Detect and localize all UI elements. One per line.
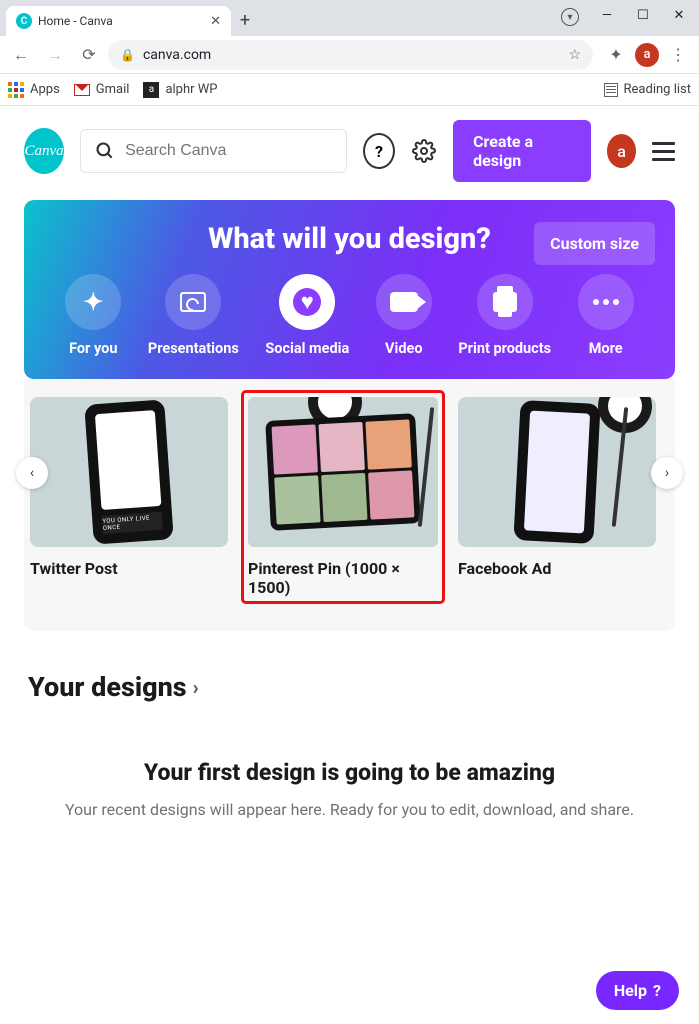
browser-tab[interactable]: Home - Canva ✕ xyxy=(6,6,231,36)
menu-button[interactable] xyxy=(652,142,675,161)
heart-icon: ♥ xyxy=(293,288,321,316)
reading-list[interactable]: Reading list xyxy=(604,82,691,97)
print-icon xyxy=(493,292,517,312)
category-presentations[interactable]: Presentations xyxy=(148,274,239,357)
reload-button[interactable]: ⟳ xyxy=(74,40,104,70)
category-for-you[interactable]: For you xyxy=(65,274,121,357)
new-tab-button[interactable]: + xyxy=(231,6,259,36)
question-icon: ? xyxy=(653,981,661,1000)
user-avatar[interactable]: a xyxy=(607,134,637,168)
bookmark-alphr[interactable]: a alphr WP xyxy=(143,82,217,98)
empty-subtitle: Your recent designs will appear here. Re… xyxy=(40,798,659,822)
tab-close-icon[interactable]: ✕ xyxy=(210,14,221,29)
browser-chrome: Home - Canva ✕ + ▾ — ☐ ✕ ← → ⟳ 🔒 canva.c… xyxy=(0,0,699,106)
create-design-button[interactable]: Create a design xyxy=(453,120,591,182)
custom-size-button[interactable]: Custom size xyxy=(534,222,655,265)
card-thumb: YOU ONLY LIVE ONCE xyxy=(30,397,228,547)
bookmark-star-icon[interactable]: ☆ xyxy=(568,47,581,63)
search-icon xyxy=(95,141,115,161)
bookmark-apps[interactable]: Apps xyxy=(8,82,60,98)
forward-button: → xyxy=(40,40,70,70)
page-content: Canva ? Create a design a What will you … xyxy=(0,106,699,822)
bookmarks-bar: Apps Gmail a alphr WP Reading list xyxy=(0,74,699,106)
sparkle-icon xyxy=(83,288,103,316)
hero-title: What will you design? xyxy=(208,222,491,256)
window-controls: — ☐ ✕ xyxy=(589,2,697,28)
template-card-facebook[interactable]: Facebook Ad xyxy=(458,397,656,578)
search-bar[interactable] xyxy=(80,129,347,173)
tab-favicon xyxy=(16,13,32,29)
window-maximize[interactable]: ☐ xyxy=(625,2,661,28)
browser-menu-icon[interactable]: ⋮ xyxy=(663,40,693,70)
card-thumb xyxy=(458,397,656,547)
apps-grid-icon xyxy=(8,82,24,98)
more-dots-icon xyxy=(593,299,619,305)
reading-list-icon xyxy=(604,83,618,97)
back-button[interactable]: ← xyxy=(6,40,36,70)
help-icon[interactable]: ? xyxy=(363,133,395,169)
help-button[interactable]: Help ? xyxy=(596,971,679,1010)
gmail-icon xyxy=(74,84,90,96)
your-designs-heading[interactable]: Your designs › xyxy=(28,671,671,703)
hero-banner: What will you design? Custom size For yo… xyxy=(24,200,675,379)
card-label: Pinterest Pin (1000 × 1500) xyxy=(248,559,438,597)
window-close[interactable]: ✕ xyxy=(661,2,697,28)
your-designs-section: Your designs › xyxy=(0,631,699,713)
template-carousel: ‹ › YOU ONLY LIVE ONCE Twitter Post Pint… xyxy=(24,379,675,631)
category-print[interactable]: Print products xyxy=(458,274,551,357)
address-bar[interactable]: 🔒 canva.com ☆ xyxy=(108,40,593,70)
bookmark-gmail[interactable]: Gmail xyxy=(74,82,130,97)
chevron-right-icon: › xyxy=(193,675,199,699)
tab-title: Home - Canva xyxy=(38,14,113,28)
category-more[interactable]: More xyxy=(578,274,634,357)
browser-toolbar: ← → ⟳ 🔒 canva.com ☆ ✦ a ⋮ xyxy=(0,36,699,74)
empty-title: Your first design is going to be amazing xyxy=(40,759,659,786)
card-label: Facebook Ad xyxy=(458,559,656,578)
extensions-icon[interactable]: ✦ xyxy=(601,40,631,70)
card-thumb xyxy=(248,397,438,547)
category-social-media[interactable]: ♥ Social media xyxy=(265,274,349,357)
template-card-twitter[interactable]: YOU ONLY LIVE ONCE Twitter Post xyxy=(30,397,228,578)
url-text: canva.com xyxy=(143,47,211,63)
search-input[interactable] xyxy=(125,142,332,160)
alphr-icon: a xyxy=(143,82,159,98)
canva-logo[interactable]: Canva xyxy=(24,128,64,174)
carousel-prev[interactable]: ‹ xyxy=(16,457,48,489)
card-label: Twitter Post xyxy=(30,559,228,578)
profile-guest-icon[interactable]: ▾ xyxy=(561,8,579,26)
tab-strip: Home - Canva ✕ + ▾ — ☐ ✕ xyxy=(0,0,699,36)
carousel-next[interactable]: › xyxy=(651,457,683,489)
window-minimize[interactable]: — xyxy=(589,2,625,28)
app-header: Canva ? Create a design a xyxy=(0,122,699,180)
template-card-pinterest[interactable]: Pinterest Pin (1000 × 1500) xyxy=(244,393,442,601)
presentation-icon xyxy=(180,292,206,312)
category-row: For you Presentations ♥ Social media Vid… xyxy=(24,264,675,379)
lock-icon: 🔒 xyxy=(120,48,135,62)
settings-icon[interactable] xyxy=(411,136,437,166)
video-icon xyxy=(390,292,418,312)
browser-avatar[interactable]: a xyxy=(635,43,659,67)
category-video[interactable]: Video xyxy=(376,274,432,357)
empty-state: Your first design is going to be amazing… xyxy=(0,759,699,822)
